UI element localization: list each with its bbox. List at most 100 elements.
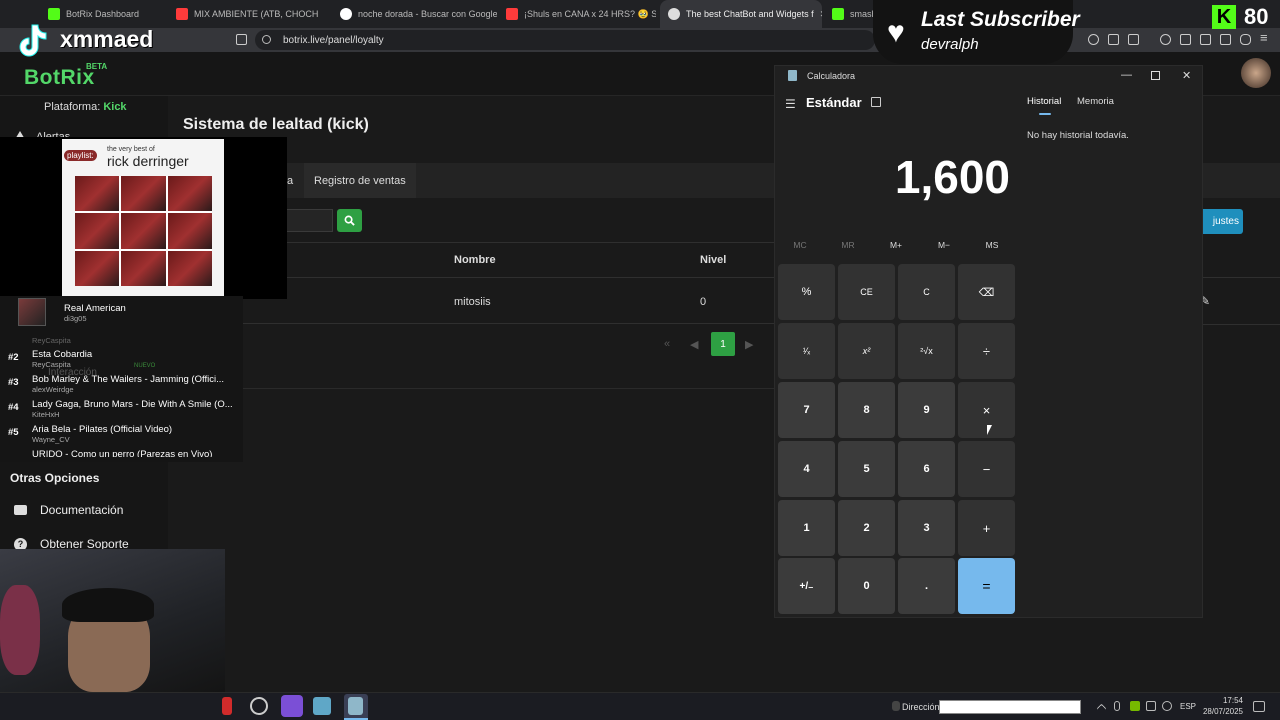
queue-song-title: Lady Gaga, Bruno Mars - Die With A Smile… bbox=[32, 399, 233, 410]
search-input[interactable] bbox=[287, 209, 333, 232]
decimal-button[interactable]: . bbox=[898, 558, 955, 614]
sidebar-icon[interactable] bbox=[1180, 34, 1191, 45]
digit-4-button[interactable]: 4 bbox=[778, 441, 835, 497]
network-icon[interactable] bbox=[1146, 701, 1156, 711]
tab-memoria[interactable]: Memoria bbox=[1077, 96, 1114, 107]
extension-icon[interactable] bbox=[1128, 34, 1139, 45]
percent-button[interactable]: % bbox=[778, 264, 835, 320]
digit-3-button[interactable]: 3 bbox=[898, 500, 955, 556]
column-header-nombre[interactable]: Nombre bbox=[454, 254, 496, 266]
clock-time[interactable]: 17:54 bbox=[1209, 696, 1243, 705]
hamburger-menu-icon[interactable]: ☰ bbox=[785, 97, 796, 111]
backspace-button[interactable]: ⌫ bbox=[958, 264, 1015, 320]
language-indicator[interactable]: ESP bbox=[1180, 702, 1196, 711]
page-title: Sistema de lealtad (kick) bbox=[183, 116, 369, 133]
memory-store-button[interactable]: MS bbox=[968, 240, 1016, 250]
media-icon[interactable] bbox=[1160, 34, 1171, 45]
memory-subtract-button[interactable]: M− bbox=[920, 240, 968, 250]
album-artist: rick derringer bbox=[107, 153, 189, 169]
first-page-icon[interactable]: « bbox=[664, 338, 670, 350]
discord-icon[interactable] bbox=[281, 695, 303, 717]
divider bbox=[1203, 277, 1280, 278]
address-toolbar-input[interactable] bbox=[939, 700, 1081, 714]
close-icon[interactable]: ✕ bbox=[1182, 69, 1191, 82]
queue-number: #3 bbox=[8, 377, 19, 388]
divide-button[interactable]: ÷ bbox=[958, 323, 1015, 379]
square-button[interactable]: x² bbox=[838, 323, 895, 379]
digit-2-button[interactable]: 2 bbox=[838, 500, 895, 556]
digit-5-button[interactable]: 5 bbox=[838, 441, 895, 497]
digit-1-button[interactable]: 1 bbox=[778, 500, 835, 556]
queue-requester: alexWeirdge bbox=[32, 385, 74, 394]
app-icon[interactable] bbox=[250, 697, 268, 715]
minimize-icon[interactable]: — bbox=[1121, 69, 1132, 81]
digit-0-button[interactable]: 0 bbox=[838, 558, 895, 614]
extension-icon[interactable] bbox=[1220, 34, 1231, 45]
album-subtitle: the very best of bbox=[107, 146, 155, 153]
close-tab-icon[interactable]: ✕ bbox=[814, 9, 822, 20]
settings-button[interactable]: justes bbox=[1200, 209, 1243, 234]
add-button[interactable]: + bbox=[958, 500, 1015, 556]
memory-add-button[interactable]: M+ bbox=[872, 240, 920, 250]
tiktok-icon bbox=[19, 24, 47, 57]
negate-button[interactable]: +/₋ bbox=[778, 558, 835, 614]
extension-icon[interactable] bbox=[1108, 34, 1119, 45]
menu-icon[interactable]: ≡ bbox=[1260, 30, 1268, 45]
app-icon[interactable] bbox=[313, 697, 331, 715]
memory-clear-button[interactable]: MC bbox=[776, 240, 824, 250]
next-page-icon[interactable]: ▶ bbox=[745, 338, 753, 351]
square-root-button[interactable]: ²√x bbox=[898, 323, 955, 379]
extension-icon[interactable] bbox=[1088, 34, 1099, 45]
address-toolbar-label: Dirección bbox=[902, 702, 940, 712]
botrix-logo[interactable]: BotRix bbox=[24, 66, 95, 90]
avatar[interactable] bbox=[1241, 58, 1271, 88]
ghost-text: ReyCaspita bbox=[32, 336, 71, 345]
calculator-display: 1,600 bbox=[894, 151, 1010, 203]
keep-on-top-icon[interactable] bbox=[871, 97, 881, 107]
prev-page-icon[interactable]: ◀ bbox=[690, 338, 698, 351]
sidebar-item-documentacion[interactable]: Documentación bbox=[14, 503, 123, 517]
page-button-current[interactable]: 1 bbox=[711, 332, 735, 356]
shield-icon[interactable] bbox=[1240, 34, 1251, 45]
search-icon bbox=[344, 215, 355, 226]
app-icon[interactable] bbox=[222, 697, 232, 715]
notifications-icon[interactable] bbox=[1253, 701, 1265, 712]
volume-icon[interactable] bbox=[1162, 701, 1172, 711]
search-button[interactable] bbox=[337, 209, 362, 232]
clear-button[interactable]: C bbox=[898, 264, 955, 320]
browser-tab[interactable]: noche dorada - Buscar con Google bbox=[332, 0, 497, 28]
queue-number: #5 bbox=[8, 427, 19, 438]
table-header bbox=[243, 242, 775, 278]
bookmark-icon[interactable] bbox=[236, 34, 247, 45]
clear-entry-button[interactable]: CE bbox=[838, 264, 895, 320]
microphone-icon[interactable] bbox=[1114, 701, 1120, 711]
tab-registro-ventas[interactable]: Registro de ventas bbox=[304, 163, 416, 198]
kick-icon: K bbox=[1212, 5, 1236, 29]
kick-icon bbox=[832, 8, 844, 20]
digit-8-button[interactable]: 8 bbox=[838, 382, 895, 438]
divider bbox=[1203, 324, 1280, 325]
divider bbox=[168, 388, 775, 389]
digit-6-button[interactable]: 6 bbox=[898, 441, 955, 497]
wallet-icon[interactable] bbox=[1200, 34, 1211, 45]
platform-indicator: Plataforma: Kick bbox=[44, 101, 127, 113]
digit-9-button[interactable]: 9 bbox=[898, 382, 955, 438]
tab-historial[interactable]: Historial bbox=[1027, 96, 1061, 107]
reciprocal-button[interactable]: ¹⁄ₓ bbox=[778, 323, 835, 379]
digit-7-button[interactable]: 7 bbox=[778, 382, 835, 438]
memory-recall-button[interactable]: MR bbox=[824, 240, 872, 250]
last-subscriber-title: Last Subscriber bbox=[921, 8, 1080, 31]
maximize-icon[interactable] bbox=[1151, 71, 1160, 80]
nvidia-icon[interactable] bbox=[1130, 701, 1140, 711]
calculator-icon bbox=[348, 697, 363, 715]
subtract-button[interactable]: − bbox=[958, 441, 1015, 497]
clock-date[interactable]: 28/07/2025 bbox=[1200, 707, 1243, 716]
equals-button[interactable]: = bbox=[958, 558, 1015, 614]
column-header-nivel[interactable]: Nivel bbox=[700, 254, 726, 266]
address-bar[interactable]: botrix.live/panel/loyalty bbox=[255, 30, 875, 50]
mouse-cursor-icon bbox=[987, 425, 992, 435]
browser-tab[interactable]: ¡Shuls en CANA x 24 HRS? 🥹 Si bbox=[498, 0, 656, 28]
site-info-icon[interactable] bbox=[262, 35, 271, 44]
browser-tab-active[interactable]: The best ChatBot and Widgets f✕ bbox=[660, 0, 822, 28]
history-empty-message: No hay historial todavía. bbox=[1027, 130, 1129, 141]
